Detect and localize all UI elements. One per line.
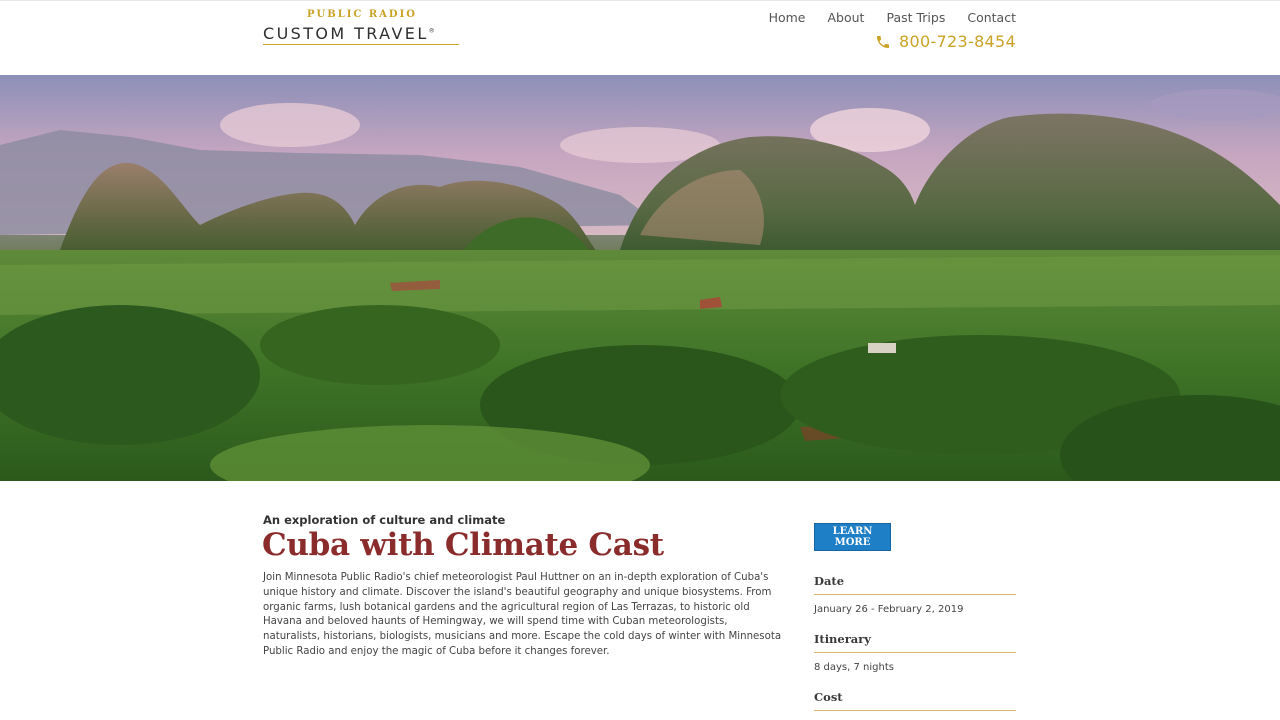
cost-label: Cost [814, 690, 1016, 711]
cost-section: Cost [814, 690, 1016, 711]
nav-about[interactable]: About [828, 10, 865, 25]
phone-icon [877, 35, 890, 48]
nav-home[interactable]: Home [769, 10, 806, 25]
learn-more-button[interactable]: LEARN MORE [814, 523, 891, 551]
itinerary-value: 8 days, 7 nights [814, 662, 894, 673]
date-section: Date January 26 - February 2, 2019 [814, 574, 1016, 615]
date-label: Date [814, 574, 1016, 595]
trip-description: Join Minnesota Public Radio's chief mete… [263, 572, 782, 657]
trip-subtitle: An exploration of culture and climate [263, 513, 506, 527]
logo-main-label: CUSTOM TRAVEL [263, 24, 429, 43]
nav-contact[interactable]: Contact [967, 10, 1016, 25]
logo-top-text: PUBLIC RADIO [307, 9, 417, 20]
site-header: PUBLIC RADIO CUSTOM TRAVEL® Home About P… [0, 0, 1280, 75]
itinerary-label: Itinerary [814, 632, 1016, 653]
main-nav: Home About Past Trips Contact [769, 10, 1016, 25]
logo[interactable]: PUBLIC RADIO CUSTOM TRAVEL® [263, 9, 461, 49]
logo-registered-mark: ® [428, 27, 438, 35]
date-value: January 26 - February 2, 2019 [814, 604, 964, 615]
hero-image [0, 75, 1280, 481]
phone-number[interactable]: 800-723-8454 [899, 32, 1016, 51]
phone-contact[interactable]: 800-723-8454 [875, 32, 1016, 51]
nav-past-trips[interactable]: Past Trips [886, 10, 945, 25]
hero-landscape [0, 75, 1280, 481]
itinerary-section: Itinerary 8 days, 7 nights [814, 632, 1016, 673]
logo-main-text: CUSTOM TRAVEL® [263, 24, 461, 43]
page-title: Cuba with Climate Cast [262, 527, 664, 563]
logo-rule [263, 44, 459, 45]
